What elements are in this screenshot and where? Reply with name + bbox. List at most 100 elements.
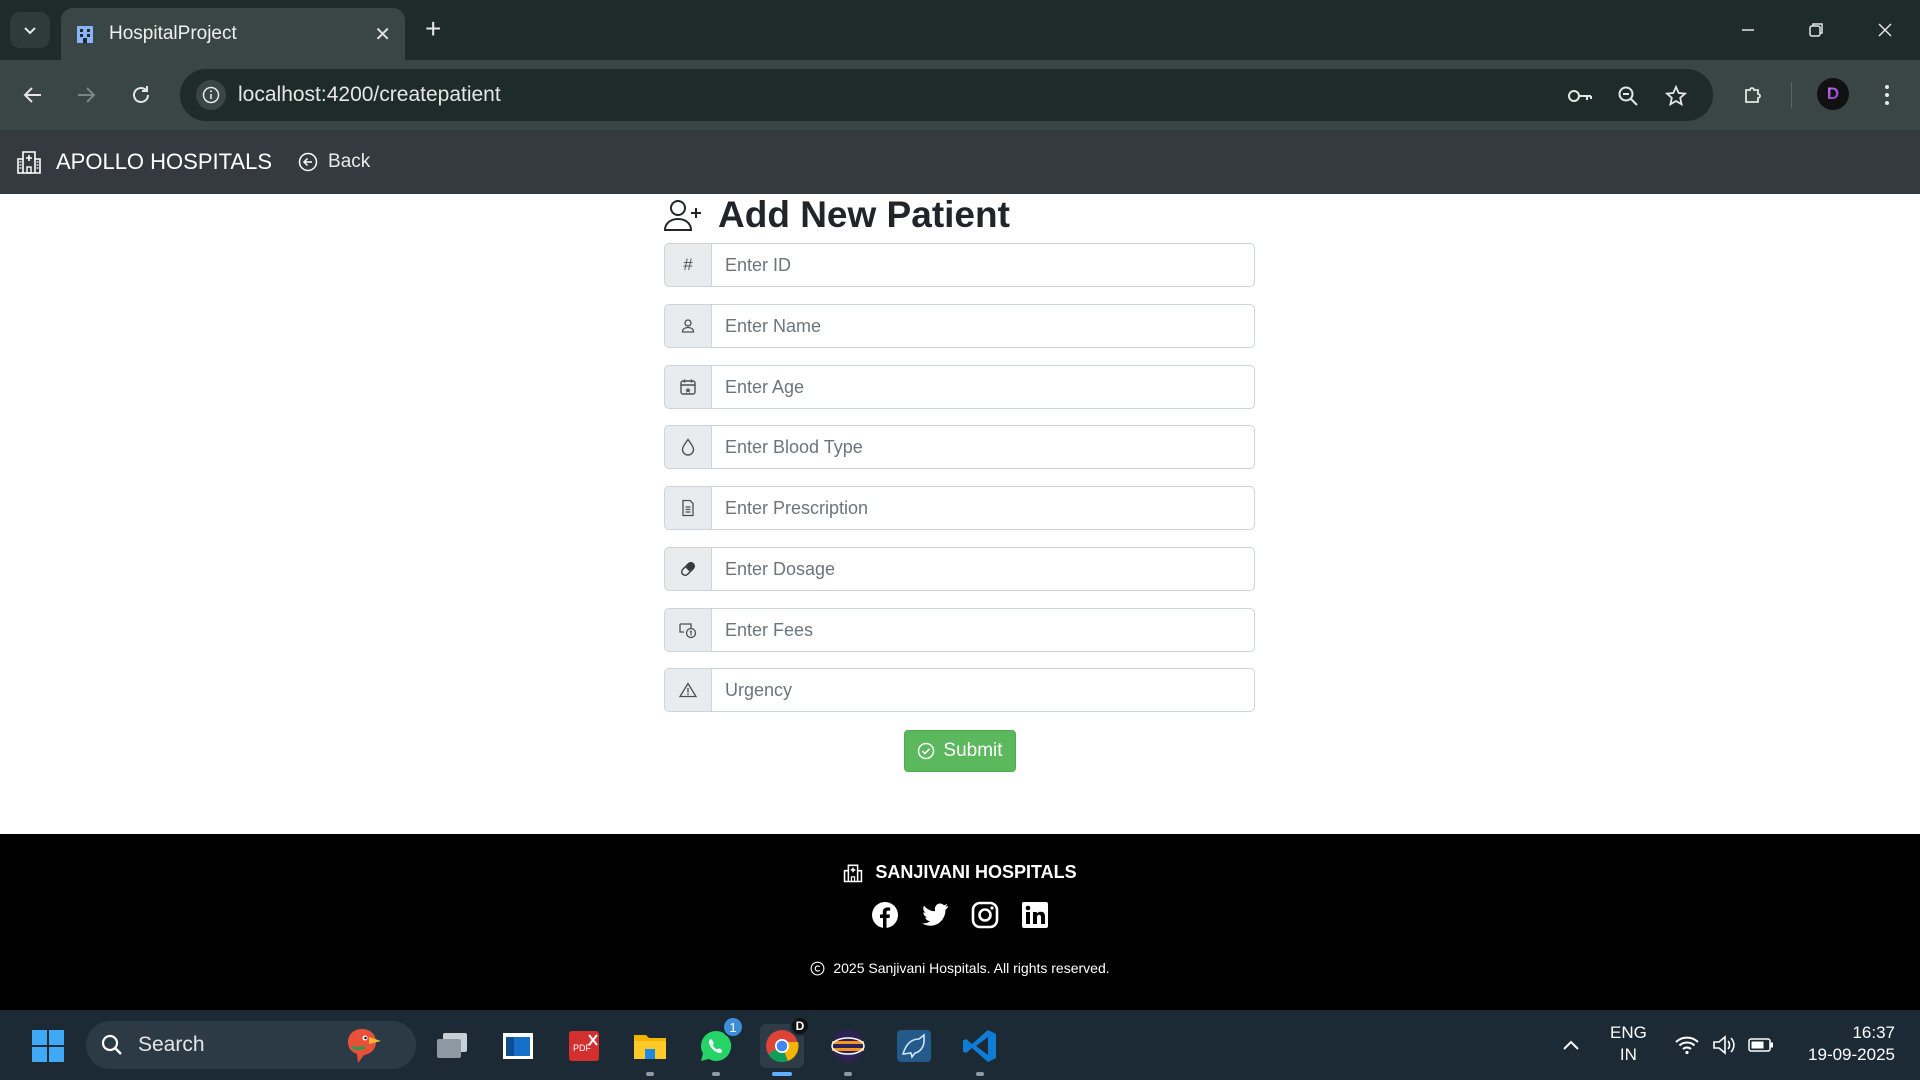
footer-brand: SANJIVANI HOSPITALS — [0, 862, 1920, 883]
browser-toolbar: localhost:4200/createpatient D — [0, 60, 1920, 130]
hash-icon: # — [664, 243, 711, 287]
age-input[interactable] — [711, 365, 1255, 409]
start-button[interactable] — [26, 1024, 70, 1068]
vscode-app[interactable] — [958, 1024, 1002, 1076]
tab-search-button[interactable] — [10, 12, 50, 48]
profile-badge-icon: D — [790, 1016, 810, 1036]
system-clock[interactable]: 16:37 19-09-2025 — [1795, 1022, 1895, 1066]
search-placeholder: Search — [138, 1033, 205, 1056]
forward-nav-button[interactable] — [68, 77, 104, 113]
zoom-icon[interactable] — [1614, 82, 1642, 110]
vscode-icon — [963, 1030, 996, 1062]
browser-tab-strip: HospitalProject ✕ + — [0, 0, 1920, 60]
mysql-workbench-app[interactable] — [892, 1024, 936, 1068]
linkedin-icon[interactable] — [1021, 900, 1050, 929]
running-indicator — [976, 1072, 984, 1076]
minimize-icon — [1742, 29, 1754, 31]
running-indicator — [772, 1072, 792, 1076]
urgency-input[interactable] — [711, 668, 1255, 712]
prescription-input[interactable] — [711, 486, 1255, 530]
file-explorer-app[interactable] — [628, 1024, 672, 1076]
windows-taskbar: Search PDF 1 D ENG IN 16:37 19-09-2025 — [0, 1010, 1920, 1080]
reload-icon — [133, 86, 149, 103]
back-nav-button[interactable] — [15, 77, 51, 113]
facebook-icon[interactable] — [871, 900, 900, 929]
back-link[interactable]: Back — [298, 151, 370, 173]
language-indicator[interactable]: ENG IN — [1610, 1022, 1647, 1066]
toolbar-divider — [1791, 82, 1792, 108]
store-app[interactable] — [496, 1024, 540, 1068]
profile-avatar[interactable]: D — [1817, 78, 1849, 110]
id-input[interactable] — [711, 243, 1255, 287]
capsule-icon — [664, 547, 711, 591]
bird-sticker-icon — [348, 1029, 381, 1063]
document-icon — [664, 486, 711, 530]
chevron-up-icon — [1563, 1040, 1579, 1050]
fees-input[interactable] — [711, 608, 1255, 652]
arrow-right-icon — [78, 87, 96, 103]
page-title: Add New Patient — [664, 194, 1010, 236]
battery-icon[interactable] — [1748, 1010, 1774, 1080]
close-tab-icon[interactable]: ✕ — [374, 22, 391, 47]
check-circle-icon — [918, 742, 935, 760]
folder-icon — [634, 1035, 666, 1059]
submit-label: Submit — [943, 740, 1003, 761]
kebab-menu-icon — [1885, 85, 1889, 105]
brand-label: APOLLO HOSPITALS — [56, 149, 273, 174]
site-info-icon[interactable] — [196, 80, 226, 110]
volume-icon[interactable] — [1712, 1010, 1738, 1080]
name-field-group — [664, 304, 1255, 348]
language-code: ENG — [1610, 1023, 1647, 1042]
instagram-icon[interactable] — [971, 900, 1000, 929]
chrome-menu-button[interactable] — [1869, 77, 1905, 113]
window-app-icon — [503, 1033, 533, 1059]
search-icon — [101, 1034, 122, 1055]
dosage-field-group — [664, 547, 1255, 591]
person-plus-icon — [664, 200, 701, 231]
minimize-button[interactable] — [1728, 12, 1768, 48]
hospital-icon — [17, 151, 41, 174]
database-dolphin-icon — [897, 1030, 931, 1062]
reload-button[interactable] — [123, 77, 159, 113]
whatsapp-app[interactable]: 1 — [694, 1016, 744, 1076]
droplet-icon — [664, 425, 711, 469]
eclipse-icon — [831, 1030, 865, 1062]
blood-type-field-group — [664, 425, 1255, 469]
new-tab-button[interactable]: + — [425, 14, 441, 44]
back-label: Back — [328, 151, 371, 172]
name-input[interactable] — [711, 304, 1255, 348]
windows-logo-icon — [32, 1030, 64, 1062]
password-key-icon[interactable] — [1566, 82, 1594, 110]
arrow-left-circle-icon — [298, 152, 318, 172]
twitter-icon[interactable] — [921, 900, 950, 929]
fees-field-group — [664, 608, 1255, 652]
restore-button[interactable] — [1796, 12, 1836, 48]
submit-button[interactable]: Submit — [904, 730, 1016, 772]
show-hidden-icons[interactable] — [1562, 1010, 1580, 1080]
browser-tab[interactable]: HospitalProject ✕ — [61, 8, 405, 60]
extensions-button[interactable] — [1735, 77, 1771, 113]
wifi-icon[interactable] — [1675, 1010, 1699, 1080]
cash-icon — [664, 608, 711, 652]
task-view-icon — [437, 1033, 467, 1058]
create-patient-page: Add New Patient # Enter ID Enter Name En… — [0, 194, 1920, 834]
dosage-input[interactable] — [711, 547, 1255, 591]
bookmark-star-icon[interactable] — [1662, 82, 1690, 110]
notification-badge: 1 — [722, 1016, 744, 1038]
chrome-app[interactable]: D — [760, 1016, 810, 1076]
pdf-editor-app[interactable]: PDF — [562, 1024, 606, 1068]
person-icon — [664, 304, 711, 348]
running-indicator — [646, 1072, 654, 1076]
eclipse-app[interactable] — [826, 1024, 870, 1076]
address-bar[interactable]: localhost:4200/createpatient — [180, 69, 1713, 121]
navbar-brand[interactable]: APOLLO HOSPITALS — [16, 149, 272, 175]
taskbar-search[interactable]: Search — [86, 1021, 416, 1069]
tab-title: HospitalProject — [109, 23, 237, 44]
puzzle-icon — [1745, 87, 1761, 103]
clock-date: 19-09-2025 — [1808, 1045, 1895, 1064]
close-window-button[interactable] — [1865, 12, 1905, 48]
task-view-app[interactable] — [430, 1024, 474, 1068]
blood-type-input[interactable] — [711, 425, 1255, 469]
calendar-icon — [664, 365, 711, 409]
restore-icon — [1809, 23, 1823, 37]
